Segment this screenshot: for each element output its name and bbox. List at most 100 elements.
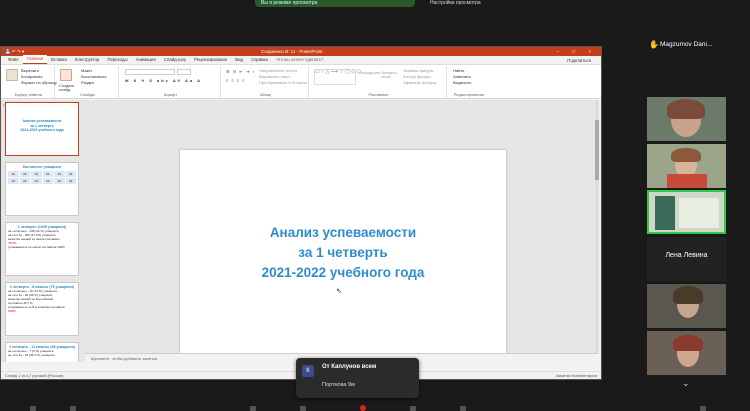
quick-access-icons[interactable]: 💾 ↶ ↷ ▾ [5, 47, 24, 56]
thumb-table-cell: 23 [19, 178, 30, 184]
shape-fill-button[interactable]: Заливка фигуры [403, 68, 434, 73]
group-label: Слайды [80, 92, 95, 97]
thumb-table-cell: 24 [65, 171, 76, 177]
video-icon[interactable] [70, 406, 76, 411]
mute-icon[interactable] [30, 406, 36, 411]
tab-6[interactable]: Слайд-шоу [160, 56, 190, 64]
format-painter-button[interactable]: Формат по образцу [21, 80, 57, 85]
view-options[interactable]: Настройки просмотра [430, 0, 481, 7]
slide-thumbnail-2[interactable]: Контингент учащихся 23 24 23 24 23 24 23 23 24 22… [5, 162, 79, 216]
thumb-table-cell: 23 [8, 171, 19, 177]
shape-outline-button[interactable]: Контур фигуры [403, 74, 431, 79]
thumb-table-cell: 23 [8, 178, 19, 184]
group-label: Шрифт [163, 92, 178, 97]
editing-group: Найти Заменить Выделить Редактирование [449, 66, 489, 98]
list-buttons[interactable]: ☰ ☷ ⇤ ⇥ ↕ [226, 69, 255, 74]
align-text-button[interactable]: Выровнять текст [259, 74, 290, 79]
thumb-table-cell: 24 [42, 171, 53, 177]
slide-canvas: Анализ успеваемости за 1 четверть 2021-2… [85, 100, 597, 362]
slide-thumbnail-5[interactable]: 1 четверть - 11 классы (35 учащихся) на … [5, 342, 79, 362]
thumb-table-cell: 24 [65, 178, 76, 184]
status-right[interactable]: Заметки Комментарии [555, 372, 597, 380]
chat-message: Портнова 9м [322, 382, 355, 388]
chevron-down-icon[interactable]: ⌄ [682, 378, 690, 389]
layout-button[interactable]: Макет [81, 68, 92, 73]
current-slide[interactable]: Анализ успеваемости за 1 четверть 2021-2… [180, 150, 506, 353]
reset-button[interactable]: Восстановить [81, 74, 107, 79]
tell-me-search[interactable]: Что вы хотите сделать? [272, 56, 328, 64]
font-group: Ж К Ч S abc AV Aa A Шрифт [121, 66, 221, 98]
participant-tile-2[interactable] [647, 144, 726, 188]
window-controls[interactable]: – □ × [557, 47, 597, 56]
sender-avatar: К [302, 365, 314, 377]
copy-button[interactable]: Копировать [21, 74, 43, 79]
slide-title[interactable]: Анализ успеваемости за 1 четверть 2021-2… [180, 223, 506, 283]
arrange-button[interactable]: Упорядочить [359, 71, 380, 75]
tab-5[interactable]: Анимация [132, 56, 160, 64]
participant-name-top: Magzumov Dani... [660, 41, 713, 48]
tab-1[interactable]: Главная [22, 55, 47, 64]
doc-title: Сохранено В: 11 - PowerPoint [261, 49, 323, 54]
participant-tile-5[interactable] [647, 331, 726, 375]
section-button[interactable]: Раздел [81, 80, 94, 85]
tab-9[interactable]: Справка [247, 56, 272, 64]
share-screen-icon[interactable] [300, 406, 306, 411]
chat-notification[interactable]: К От Каплунов всем Портнова 9м [296, 358, 419, 398]
font-name-field[interactable] [125, 69, 175, 75]
tab-3[interactable]: Конструктор [71, 56, 104, 64]
shapes-gallery[interactable]: ▭ ○ △ ⟶ ☆ ▢ ◇ ⬠ [314, 69, 361, 85]
new-slide-button[interactable]: Создать слайд [59, 84, 79, 92]
tab-4[interactable]: Переходы [103, 56, 131, 64]
font-format-buttons[interactable]: Ж К Ч S abc AV Aa A [125, 78, 202, 83]
replace-button[interactable]: Заменить [453, 74, 471, 79]
select-button[interactable]: Выделить [453, 80, 471, 85]
slide-thumbnail-4[interactable]: 1 четверть - 8 классы (75 учащихся) на «… [5, 282, 79, 336]
align-buttons[interactable]: ≡ ≡ ≡ ≡ [226, 78, 246, 83]
cut-button[interactable]: Вырезать [21, 68, 39, 73]
chat-badge[interactable] [360, 405, 366, 411]
thumb-table-cell: 23 [54, 171, 65, 177]
quick-styles-button[interactable]: Экспресс-стили [381, 71, 398, 79]
slide-thumbnail-1[interactable]: 1 Анализ успеваемости за 1 четверть 2021… [3, 102, 79, 156]
tab-7[interactable]: Рецензирование [190, 56, 231, 64]
participant-tile-4[interactable] [647, 284, 726, 328]
thumb-table-cell: 23 [54, 178, 65, 184]
ribbon-tabs: Файл Главная Вставка Конструктор Переходы Ани… [1, 55, 601, 65]
new-slide-icon[interactable] [60, 69, 72, 81]
participant-tile-name[interactable]: Лена Левина [647, 237, 726, 281]
thumb-table-cell: 23 [31, 171, 42, 177]
participant-tile-active[interactable] [647, 190, 726, 234]
ppt-titlebar: 💾 ↶ ↷ ▾ Сохранено В: 11 - PowerPoint – □… [1, 47, 601, 56]
tab-8[interactable]: Вид [231, 56, 247, 64]
share-button[interactable]: Поделиться [563, 57, 595, 65]
group-label: Редактирование [453, 92, 485, 97]
slide-thumbnail-3[interactable]: 1 четверть (1045 учащихся) на «отлично» … [5, 222, 79, 276]
participants-panel: ✋ Magzumov Dani... Лена Левина ⌄ [606, 0, 750, 411]
reactions-icon[interactable] [460, 406, 466, 411]
status-left: Слайд 1 из 17 русский (Россия) [5, 373, 64, 378]
text-direction-button[interactable]: Направление текста [259, 68, 297, 73]
tab-2[interactable]: Вставка [47, 56, 71, 64]
vertical-scrollbar[interactable] [595, 100, 599, 354]
find-button[interactable]: Найти [453, 68, 464, 73]
view-mode-pill[interactable]: Вы в режиме просмотра [255, 0, 415, 7]
record-icon[interactable] [410, 406, 416, 411]
group-label: Рисование [368, 92, 389, 97]
shape-effects-button[interactable]: Эффекты фигуры [403, 80, 436, 85]
font-size-field[interactable] [177, 69, 191, 75]
thumb-table-cell: 24 [31, 178, 42, 184]
participants-icon[interactable] [250, 406, 256, 411]
thumb-table: 23 24 23 24 23 24 23 23 24 22 23 24 [8, 171, 76, 184]
tab-0[interactable]: Файл [4, 56, 23, 64]
slide-thumbnails: 1 Анализ успеваемости за 1 четверть 2021… [1, 100, 85, 362]
smartart-button[interactable]: Преобразовать в SmartArt [259, 80, 308, 85]
group-label: Буфер обмена [14, 92, 43, 97]
paste-icon[interactable] [6, 69, 18, 81]
thumb-table-cell: 24 [19, 171, 30, 177]
participant-name: Лена Левина [665, 252, 708, 259]
ribbon: Вырезать Копировать Формат по образцу Бу… [1, 65, 601, 99]
paragraph-group: ☰ ☷ ⇤ ⇥ ↕ Направление текста Выровнять т… [223, 66, 309, 98]
leave-button[interactable] [700, 406, 706, 411]
group-label: Абзац [259, 92, 272, 97]
participant-tile-1[interactable] [647, 97, 726, 141]
